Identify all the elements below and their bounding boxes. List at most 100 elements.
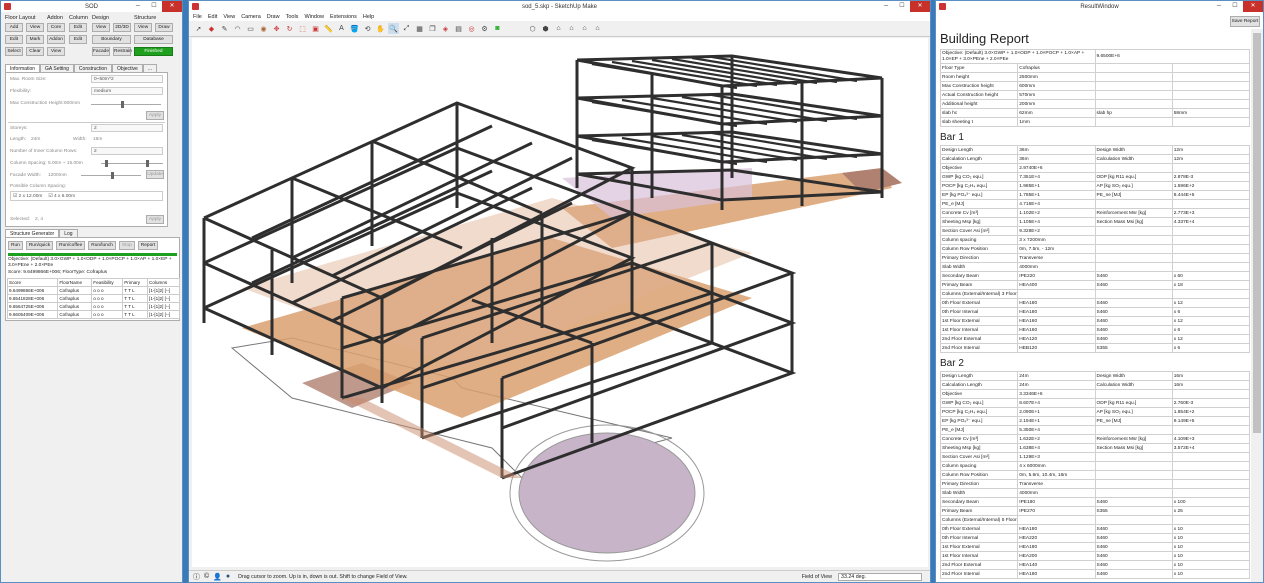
core-button[interactable]: Core bbox=[47, 23, 65, 32]
run-quick-button[interactable]: Run/quick bbox=[25, 241, 54, 250]
facade-width-slider[interactable] bbox=[81, 172, 141, 179]
left-view-icon[interactable]: ⌂ bbox=[592, 23, 603, 34]
menu-camera[interactable]: Camera bbox=[241, 14, 261, 20]
run-coffee-button[interactable]: Run/coffee bbox=[56, 241, 86, 250]
plugin-red-icon[interactable]: ◎ bbox=[466, 23, 477, 34]
option-checkbox-1[interactable]: ☑ 2 x 12.00m bbox=[13, 194, 42, 199]
menu-view[interactable]: View bbox=[223, 14, 235, 20]
menu-help[interactable]: Help bbox=[363, 14, 374, 20]
minimize-icon[interactable]: ─ bbox=[130, 1, 146, 12]
table-row[interactable]: 9.6564725E+006 Cofraplus o o oT T L [1-[1]2… bbox=[6, 302, 180, 311]
extension-icon[interactable]: ◈ bbox=[440, 23, 451, 34]
layout-icon[interactable]: ▤ bbox=[453, 23, 464, 34]
apply-button-2[interactable]: Apply bbox=[146, 215, 164, 224]
clear-button[interactable]: Clear bbox=[26, 47, 44, 56]
measurement-box[interactable]: 33.24 deg. bbox=[838, 572, 922, 581]
design-view-button[interactable]: View bbox=[92, 23, 110, 32]
menu-file[interactable]: File bbox=[193, 14, 202, 20]
shape-icon[interactable]: ▭ bbox=[245, 23, 256, 34]
sod-plugin-icon[interactable]: ◙ bbox=[492, 23, 503, 34]
column-edit-button[interactable]: Edit bbox=[69, 23, 87, 32]
eraser-icon[interactable]: ◆ bbox=[206, 23, 217, 34]
zoom-extents-icon[interactable]: ⤢ bbox=[401, 23, 412, 34]
offset-icon[interactable]: ▣ bbox=[310, 23, 321, 34]
run-button[interactable]: Run bbox=[8, 241, 23, 250]
maximize-icon[interactable]: ☐ bbox=[894, 1, 910, 12]
table-row[interactable]: 9.6605409E+006 Cofraplus o o oT T L [1-[1]2… bbox=[6, 310, 180, 319]
database-button[interactable]: Database bbox=[134, 35, 173, 44]
save-report-button[interactable]: Save Report bbox=[1230, 16, 1260, 27]
geo-location-icon[interactable]: ⓘ bbox=[193, 572, 200, 582]
tape-icon[interactable]: 📏 bbox=[323, 23, 334, 34]
restrain-button[interactable]: Restrain bbox=[113, 47, 132, 56]
menu-edit[interactable]: Edit bbox=[208, 14, 217, 20]
scrollbar-thumb[interactable] bbox=[1253, 33, 1261, 433]
plugin-icon[interactable]: ⚙ bbox=[479, 23, 490, 34]
edit-button[interactable]: Edit bbox=[5, 35, 23, 44]
table-row[interactable]: 9.6499866E+006 Cofraplus o o oT T L [1-[1]2… bbox=[6, 286, 180, 295]
col-feasibility[interactable]: Feasibility bbox=[91, 278, 124, 287]
right-view-icon[interactable]: ⌂ bbox=[566, 23, 577, 34]
components-icon[interactable]: ❒ bbox=[427, 23, 438, 34]
pencil-icon[interactable]: ✎ bbox=[219, 23, 230, 34]
inner-rows-select[interactable]: 2 bbox=[91, 147, 163, 155]
report-button[interactable]: Report bbox=[137, 241, 159, 250]
minimize-icon[interactable]: ─ bbox=[1211, 1, 1227, 12]
close-icon[interactable]: ✕ bbox=[910, 1, 930, 12]
menu-tools[interactable]: Tools bbox=[286, 14, 299, 20]
maximize-icon[interactable]: ☐ bbox=[1227, 1, 1243, 12]
back-view-icon[interactable]: ⌂ bbox=[579, 23, 590, 34]
scale-icon[interactable]: ⬚ bbox=[297, 23, 308, 34]
addon-view-button[interactable]: View bbox=[47, 47, 65, 56]
move-icon[interactable]: ✥ bbox=[271, 23, 282, 34]
text-icon[interactable]: A bbox=[336, 23, 347, 34]
paint-icon[interactable]: 🪣 bbox=[349, 23, 360, 34]
col-score[interactable]: Score bbox=[6, 278, 59, 287]
top-view-icon[interactable]: ⬢ bbox=[540, 23, 551, 34]
stop-button[interactable]: Stop bbox=[118, 241, 135, 250]
maximize-icon[interactable]: ☐ bbox=[146, 1, 162, 12]
storeys-select[interactable]: 2 bbox=[91, 124, 163, 132]
help-icon[interactable]: ● bbox=[226, 573, 230, 580]
select-button[interactable]: Select bbox=[5, 47, 23, 56]
minimize-icon[interactable]: ─ bbox=[878, 1, 894, 12]
pan-icon[interactable]: ✋ bbox=[375, 23, 386, 34]
run-lunch-button[interactable]: Run/lunch bbox=[88, 241, 116, 250]
col-primary[interactable]: Primary bbox=[122, 278, 149, 287]
column-edit2-button[interactable]: Edit bbox=[69, 35, 87, 44]
col-floorname[interactable]: FloorName bbox=[57, 278, 93, 287]
mark-button[interactable]: Mark bbox=[26, 35, 44, 44]
close-icon[interactable]: ✕ bbox=[162, 1, 182, 12]
front-view-icon[interactable]: ⌂ bbox=[553, 23, 564, 34]
add-button[interactable]: Add bbox=[5, 23, 23, 32]
option-checkbox-2[interactable]: ☑ 4 x 6.00m bbox=[48, 194, 75, 199]
structure-view-button[interactable]: View bbox=[134, 23, 152, 32]
apply-button[interactable]: Apply bbox=[146, 111, 164, 120]
2d3d-button[interactable]: 2D/3D bbox=[113, 23, 131, 32]
building-report[interactable]: Building Report Objective: (Default) 3.0… bbox=[939, 29, 1251, 579]
update-button[interactable]: Update bbox=[146, 170, 164, 179]
boundary-button[interactable]: Boundary bbox=[92, 35, 131, 44]
col-columns[interactable]: Columns bbox=[147, 278, 180, 287]
facade-button[interactable]: Facade bbox=[92, 47, 110, 56]
report-scrollbar[interactable] bbox=[1251, 29, 1263, 582]
menu-draw[interactable]: Draw bbox=[267, 14, 280, 20]
close-icon[interactable]: ✕ bbox=[1243, 1, 1263, 12]
warehouse-icon[interactable]: ▦ bbox=[414, 23, 425, 34]
credits-icon[interactable]: © bbox=[204, 573, 209, 580]
3d-viewport[interactable] bbox=[192, 38, 928, 567]
orbit-icon[interactable]: ⟲ bbox=[362, 23, 373, 34]
zoom-icon[interactable]: 🔍 bbox=[388, 23, 399, 34]
select-tool-icon[interactable]: ➚ bbox=[193, 23, 204, 34]
max-room-size-select[interactable]: 0~50m^2 bbox=[91, 75, 163, 83]
construction-height-slider[interactable] bbox=[91, 101, 161, 108]
column-spacing-slider[interactable] bbox=[101, 160, 163, 167]
iso-view-icon[interactable]: ⬡ bbox=[527, 23, 538, 34]
menu-window[interactable]: Window bbox=[304, 14, 324, 20]
pushpull-icon[interactable]: ◉ bbox=[258, 23, 269, 34]
menu-extensions[interactable]: Extensions bbox=[330, 14, 357, 20]
table-row[interactable]: 9.6541828E+006 Cofraplus o o oT T L [1-[1]2… bbox=[6, 294, 180, 303]
arc-icon[interactable]: ◠ bbox=[232, 23, 243, 34]
addon-button[interactable]: Addon bbox=[47, 35, 65, 44]
view-button[interactable]: View bbox=[26, 23, 44, 32]
